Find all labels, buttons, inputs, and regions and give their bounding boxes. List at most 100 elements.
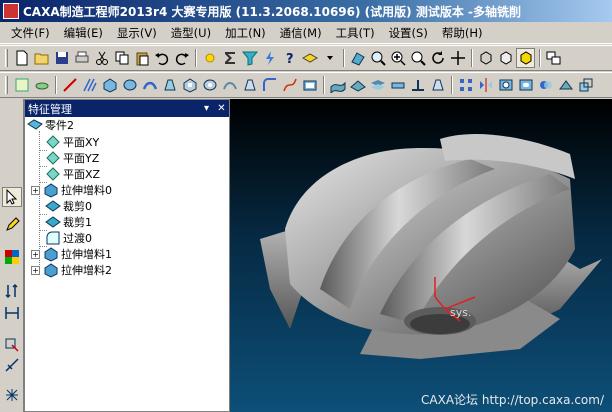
tree-node-plane-xy[interactable]: 平面XY <box>45 134 99 150</box>
hatch-tool-button[interactable] <box>80 75 99 95</box>
sum-button[interactable] <box>220 48 239 68</box>
zoom-window-button[interactable] <box>368 48 387 68</box>
menu-file[interactable]: 文件(F) <box>4 25 57 41</box>
thicken-button[interactable] <box>388 75 407 95</box>
hidden-line-button[interactable] <box>496 48 515 68</box>
tree-node-trim-1[interactable]: 裁剪1 <box>45 214 92 230</box>
plane-diamond-icon <box>46 167 60 181</box>
scale-button[interactable] <box>576 75 595 95</box>
tree-node-label: 裁剪0 <box>63 200 92 213</box>
zoom-in-button[interactable] <box>388 48 407 68</box>
menu-settings[interactable]: 设置(S) <box>382 25 435 41</box>
new-file-button[interactable] <box>12 48 31 68</box>
tree-node-plane-yz[interactable]: 平面YZ <box>45 150 99 166</box>
folder-icon <box>34 53 48 65</box>
revolve-tool-button[interactable] <box>120 75 139 95</box>
sigma-icon <box>224 52 235 64</box>
pick-button[interactable] <box>260 48 279 68</box>
panel-pin-button[interactable]: ▾ <box>199 103 214 114</box>
3d-viewport[interactable]: sys. CAXA论坛 http://top.caxa.com/ <box>230 99 612 412</box>
rotate-button[interactable] <box>428 48 447 68</box>
select-pointer-button[interactable] <box>2 187 22 207</box>
menu-view[interactable]: 显示(V) <box>110 25 164 41</box>
open-file-button[interactable] <box>32 48 51 68</box>
menu-modeling[interactable]: 造型(U) <box>164 25 218 41</box>
tree-node-label: 拉伸增料2 <box>61 264 112 277</box>
toolbar-grip[interactable] <box>5 49 8 67</box>
diagonal-line-icon <box>62 78 77 92</box>
toolbar-separator <box>539 49 541 67</box>
layer-dropdown-button[interactable] <box>320 48 339 68</box>
pattern-button[interactable] <box>456 75 475 95</box>
filter-button[interactable] <box>240 48 259 68</box>
toolbar-grip[interactable] <box>5 76 8 94</box>
layer-button[interactable] <box>300 48 319 68</box>
sketch-button[interactable] <box>12 75 31 95</box>
tree-node-trim-0[interactable]: 裁剪0 <box>45 198 92 214</box>
zoom-dynamic-button[interactable] <box>408 48 427 68</box>
surface-trim-button[interactable] <box>348 75 367 95</box>
tree-node-part[interactable]: 零件2 <box>27 117 74 133</box>
hole-button[interactable] <box>496 75 515 95</box>
panel-close-button[interactable]: ✕ <box>214 103 229 114</box>
pan-button[interactable] <box>448 48 467 68</box>
copy-button[interactable] <box>112 48 131 68</box>
wireframe-button[interactable] <box>476 48 495 68</box>
view-orient-button[interactable] <box>348 48 367 68</box>
cut-revolve-button[interactable] <box>200 75 219 95</box>
undo-icon <box>154 53 168 66</box>
help-button[interactable]: ? <box>280 48 299 68</box>
fillet-icon <box>262 78 276 91</box>
shell-tool-button[interactable] <box>300 75 319 95</box>
expand-toggle[interactable]: + <box>31 249 40 259</box>
section-button[interactable] <box>556 75 575 95</box>
transform-button[interactable] <box>2 335 22 355</box>
mirror-button[interactable] <box>476 75 495 95</box>
cut-sweep-button[interactable] <box>220 75 239 95</box>
color-button[interactable] <box>2 247 22 267</box>
edit-sketch-button[interactable] <box>2 215 22 235</box>
distance-button[interactable] <box>2 303 22 323</box>
menu-machining[interactable]: 加工(N) <box>218 25 273 41</box>
tree-node-extrude-2[interactable]: + 拉伸增料2 <box>31 262 112 278</box>
fillet-tool-button[interactable] <box>260 75 279 95</box>
menu-edit[interactable]: 编辑(E) <box>57 25 110 41</box>
print-button[interactable] <box>72 48 91 68</box>
analysis-button[interactable] <box>2 385 22 405</box>
loft-tool-button[interactable] <box>160 75 179 95</box>
tree-node-extrude-0[interactable]: + 拉伸增料0 <box>31 182 112 198</box>
menu-communication[interactable]: 通信(M) <box>273 25 329 41</box>
redo-button[interactable] <box>172 48 191 68</box>
paste-button[interactable] <box>132 48 151 68</box>
layer-stack-button[interactable] <box>368 75 387 95</box>
cut-extrude-button[interactable] <box>180 75 199 95</box>
window-button[interactable] <box>544 48 563 68</box>
save-button[interactable] <box>52 48 71 68</box>
datum-plane-button[interactable] <box>32 75 51 95</box>
expand-toggle[interactable]: + <box>31 265 40 275</box>
menu-help[interactable]: 帮助(H) <box>435 25 490 41</box>
sweep-tool-button[interactable] <box>140 75 159 95</box>
curve-tool-button[interactable] <box>280 75 299 95</box>
tree-node-plane-xz[interactable]: 平面XZ <box>45 166 100 182</box>
undo-button[interactable] <box>152 48 171 68</box>
scale-icon <box>579 78 592 92</box>
light-button[interactable] <box>200 48 219 68</box>
extrude-tool-button[interactable] <box>100 75 119 95</box>
cut-loft-button[interactable] <box>240 75 259 95</box>
slot-button[interactable] <box>516 75 535 95</box>
tree-node-fillet-0[interactable]: 过渡0 <box>45 230 92 246</box>
extrude-feature-icon <box>44 183 58 198</box>
sort-button[interactable] <box>2 281 22 301</box>
measure-button[interactable] <box>2 355 22 375</box>
tree-node-extrude-1[interactable]: + 拉伸增料1 <box>31 246 112 262</box>
expand-toggle[interactable]: + <box>31 185 40 195</box>
surface-tool-button[interactable] <box>328 75 347 95</box>
menu-tools[interactable]: 工具(T) <box>329 25 382 41</box>
shaded-button[interactable] <box>516 48 535 68</box>
line-tool-button[interactable] <box>60 75 79 95</box>
draft-button[interactable] <box>428 75 447 95</box>
boolean-button[interactable] <box>536 75 555 95</box>
rib-button[interactable] <box>408 75 427 95</box>
cut-button[interactable] <box>92 48 111 68</box>
